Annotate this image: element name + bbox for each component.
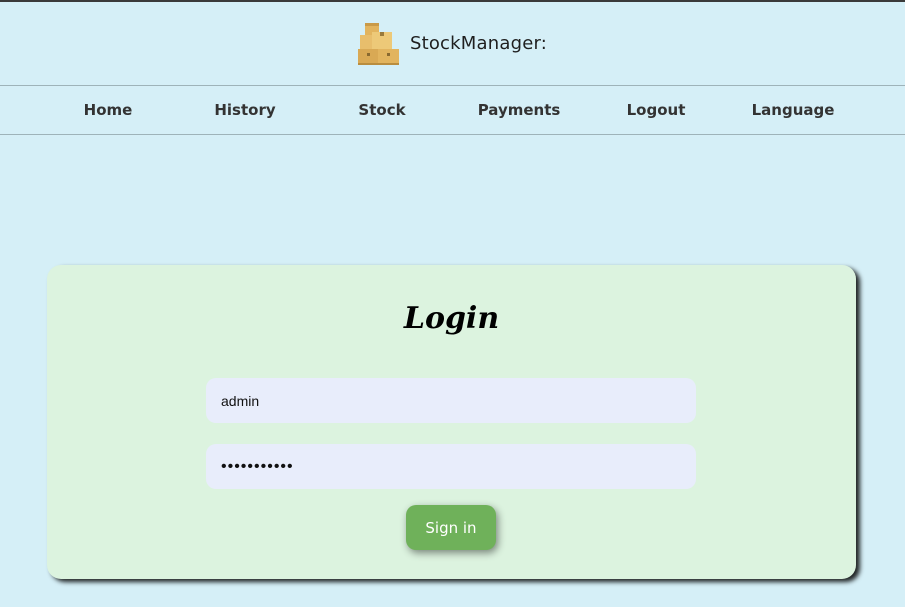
nav-language[interactable]: Language (752, 86, 835, 134)
nav-stock[interactable]: Stock (358, 86, 405, 134)
nav-logout[interactable]: Logout (627, 86, 686, 134)
nav-history[interactable]: History (214, 86, 275, 134)
header: StockManager: (0, 2, 905, 86)
nav-home[interactable]: Home (84, 86, 133, 134)
brand-name: StockManager: (409, 33, 548, 54)
login-title: Login (403, 301, 500, 336)
login-card: Login Sign in (47, 265, 856, 579)
nav-payments[interactable]: Payments (478, 86, 561, 134)
password-input[interactable] (206, 444, 696, 489)
main-nav: Home History Stock Payments Logout Langu… (0, 86, 905, 135)
boxes-icon (357, 22, 399, 65)
username-input[interactable] (206, 378, 696, 423)
sign-in-button[interactable]: Sign in (406, 505, 496, 550)
page: StockManager: Home History Stock Payment… (0, 0, 905, 607)
